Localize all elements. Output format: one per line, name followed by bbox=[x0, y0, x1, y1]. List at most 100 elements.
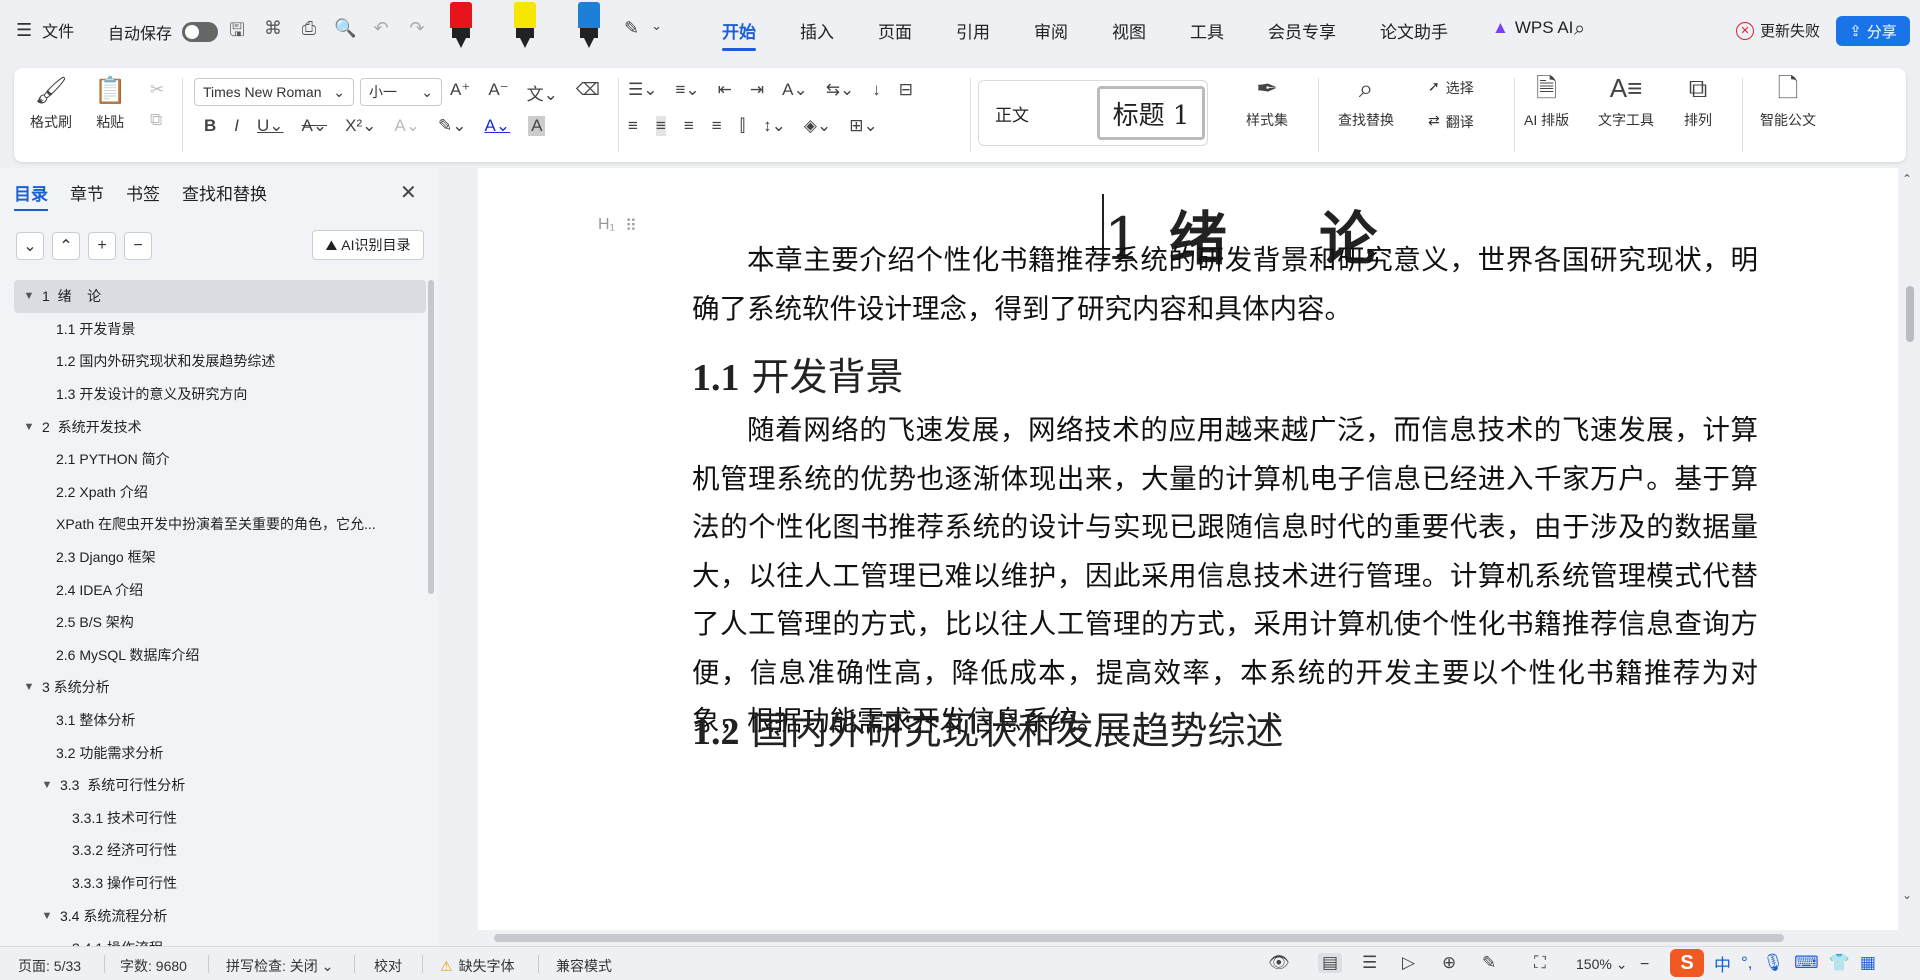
tab-page[interactable]: 页面 bbox=[878, 18, 912, 43]
scroll-thumb[interactable] bbox=[1906, 286, 1914, 342]
toc-item[interactable]: 2.1 PYTHON 简介 bbox=[14, 443, 426, 476]
toc-item[interactable]: 2.6 MySQL 数据库介绍 bbox=[14, 639, 426, 672]
style-heading-1[interactable]: 标题 1 bbox=[1097, 86, 1205, 140]
distribute-icon[interactable]: ⫿ bbox=[740, 116, 745, 136]
underline-icon[interactable]: U⌄ bbox=[257, 116, 284, 136]
style-normal[interactable]: 正文 bbox=[995, 101, 1029, 126]
font-name-select[interactable]: Times New Roman ⌄ bbox=[194, 78, 354, 106]
tab-thesis-assistant[interactable]: 论文助手 bbox=[1380, 18, 1448, 43]
tab-bookmarks[interactable]: 书签 bbox=[126, 180, 160, 211]
tab-insert[interactable]: 插入 bbox=[800, 18, 834, 43]
remove-icon[interactable]: − bbox=[124, 232, 152, 260]
scroll-up-icon[interactable]: ⌃ bbox=[1902, 172, 1912, 186]
spell-check-status[interactable]: 拼写检查: 关闭 ⌄ bbox=[226, 956, 333, 976]
toc-item[interactable]: ▼ 3.3 系统可行性分析 bbox=[14, 769, 426, 802]
scroll-thumb[interactable] bbox=[494, 934, 1784, 942]
tab-member[interactable]: 会员专享 bbox=[1268, 18, 1336, 43]
shrink-font-icon[interactable]: A⁻ bbox=[488, 80, 508, 105]
red-pen-icon[interactable] bbox=[448, 2, 474, 48]
text-direction-icon[interactable]: A⌄ bbox=[782, 80, 808, 100]
char-spacing-icon[interactable]: ⇆⌄ bbox=[826, 80, 855, 100]
justify-icon[interactable]: ≡ bbox=[712, 116, 722, 136]
align-left-icon[interactable]: ≡ bbox=[628, 116, 638, 136]
punctuation-icon[interactable]: °, bbox=[1741, 953, 1753, 973]
font-color-icon[interactable]: A⌄ bbox=[484, 116, 510, 136]
align-right-icon[interactable]: ≡ bbox=[684, 116, 694, 136]
expand-toggle-icon[interactable]: ▼ bbox=[22, 290, 36, 302]
page-indicator[interactable]: 页面: 5/33 bbox=[18, 956, 81, 976]
expand-toggle-icon[interactable]: ▼ bbox=[22, 681, 36, 693]
toc-item[interactable]: 2.5 B/S 架构 bbox=[14, 606, 426, 639]
page-view-icon[interactable]: ▤ bbox=[1318, 953, 1343, 973]
redo-icon[interactable]: ↷ bbox=[406, 18, 428, 48]
outline-view-icon[interactable]: ☰ bbox=[1362, 953, 1377, 973]
tab-toc[interactable]: 目录 bbox=[14, 180, 48, 211]
text-tools-button[interactable]: A≡ 文字工具 bbox=[1598, 72, 1654, 130]
toc-item[interactable]: 1.3 开发设计的意义及研究方向 bbox=[14, 378, 426, 411]
document-vertical-scrollbar[interactable]: ⌃ ⌄ bbox=[1898, 168, 1920, 930]
sort-icon[interactable]: ↓ bbox=[872, 80, 881, 100]
zoom-level[interactable]: 150% ⌄ bbox=[1576, 956, 1627, 973]
translate-button[interactable]: ⇄ 翻译 bbox=[1428, 112, 1474, 132]
expand-up-icon[interactable]: ⌃ bbox=[52, 232, 80, 260]
sogou-ime-icon[interactable]: S bbox=[1670, 949, 1704, 977]
skin-icon[interactable]: 👕 bbox=[1829, 953, 1850, 973]
fit-page-icon[interactable]: ⛶ bbox=[1534, 953, 1546, 973]
word-count[interactable]: 字数: 9680 bbox=[120, 956, 187, 976]
text-effect-icon[interactable]: A⌄ bbox=[394, 116, 420, 136]
heading-handle[interactable]: H₁ ⠿ bbox=[598, 216, 637, 236]
web-view-icon[interactable]: ⊕ bbox=[1442, 953, 1456, 973]
search-icon[interactable]: ⌕ bbox=[1574, 18, 1585, 41]
strikethrough-icon[interactable]: A⌄ bbox=[302, 116, 328, 136]
document-horizontal-scrollbar[interactable] bbox=[480, 932, 1898, 944]
tab-chapters[interactable]: 章节 bbox=[70, 180, 104, 211]
shading-icon[interactable]: ◈⌄ bbox=[804, 116, 831, 136]
toc-item[interactable]: XPath 在爬虫开发中扮演着至关重要的角色，它允... bbox=[14, 508, 426, 541]
expand-toggle-icon[interactable]: ▼ bbox=[22, 421, 36, 433]
decrease-indent-icon[interactable]: ⇤ bbox=[718, 80, 732, 100]
toolbox-icon[interactable]: ▦ bbox=[1860, 953, 1876, 973]
print-icon[interactable]: ⎙ bbox=[298, 18, 320, 48]
ai-layout-button[interactable]: 🗎 AI 排版 bbox=[1524, 72, 1569, 130]
play-icon[interactable]: ▷ bbox=[1402, 953, 1415, 973]
missing-font[interactable]: ⚠ 缺失字体 bbox=[440, 956, 515, 976]
align-center-icon[interactable]: ≡ bbox=[655, 116, 666, 136]
toc-item[interactable]: 3.3.1 技术可行性 bbox=[14, 802, 426, 835]
bullet-list-icon[interactable]: ☰⌄ bbox=[628, 80, 657, 100]
collapse-down-icon[interactable]: ⌄ bbox=[16, 232, 44, 260]
numbered-list-icon[interactable]: ≡⌄ bbox=[675, 80, 699, 100]
toc-item[interactable]: 3.3.2 经济可行性 bbox=[14, 834, 426, 867]
update-failed[interactable]: ✕ 更新失败 bbox=[1736, 20, 1820, 41]
tab-tools[interactable]: 工具 bbox=[1190, 18, 1224, 43]
borders-icon[interactable]: ⊞⌄ bbox=[849, 116, 878, 136]
increase-indent-icon[interactable]: ⇥ bbox=[750, 80, 764, 100]
proofread[interactable]: 校对 bbox=[374, 956, 402, 976]
blue-pen-icon[interactable] bbox=[576, 2, 602, 48]
phonetic-guide-icon[interactable]: 文⌄ bbox=[527, 80, 558, 105]
yellow-highlighter-icon[interactable] bbox=[512, 2, 538, 48]
toc-item[interactable]: 2.2 Xpath 介绍 bbox=[14, 476, 426, 509]
close-icon[interactable]: ✕ bbox=[400, 180, 417, 205]
tab-find-replace[interactable]: 查找和替换 bbox=[182, 180, 267, 211]
ai-toc-button[interactable]: ⛰ AI识别目录 bbox=[312, 230, 424, 260]
toc-item[interactable]: 1.2 国内外研究现状和发展趋势综述 bbox=[14, 345, 426, 378]
microphone-icon[interactable]: 🎙 bbox=[1763, 953, 1785, 973]
file-menu[interactable]: ☰ 文件 bbox=[16, 18, 74, 42]
share-link-icon[interactable]: ⌘ bbox=[262, 18, 284, 48]
table-line-icon[interactable]: ⊟ bbox=[899, 80, 913, 100]
toc-item[interactable]: ▼ 3.4 系统流程分析 bbox=[14, 899, 426, 932]
copy-icon[interactable]: ⧉ bbox=[150, 110, 162, 130]
highlight-icon[interactable]: ✎⌄ bbox=[438, 116, 467, 136]
share-button[interactable]: ⇪ 分享 bbox=[1836, 16, 1910, 46]
tab-review[interactable]: 审阅 bbox=[1034, 18, 1068, 43]
cut-icon[interactable]: ✂ bbox=[150, 80, 164, 100]
toc-item[interactable]: ▼ 2 系统开发技术 bbox=[14, 410, 426, 443]
char-shading-icon[interactable]: A bbox=[528, 116, 546, 136]
add-icon[interactable]: + bbox=[88, 232, 116, 260]
italic-icon[interactable]: I bbox=[234, 116, 239, 136]
clear-format-icon[interactable]: ⌫ bbox=[576, 80, 600, 105]
tab-view[interactable]: 视图 bbox=[1112, 18, 1146, 43]
undo-icon[interactable]: ↶ bbox=[370, 18, 392, 48]
document-page[interactable]: H₁ ⠿ 1绪 论 本章主要介绍个性化书籍推荐系统的研发背景和研究意义，世界各国… bbox=[478, 168, 1898, 930]
find-replace-button[interactable]: ⌕ 查找替换 bbox=[1338, 72, 1394, 130]
